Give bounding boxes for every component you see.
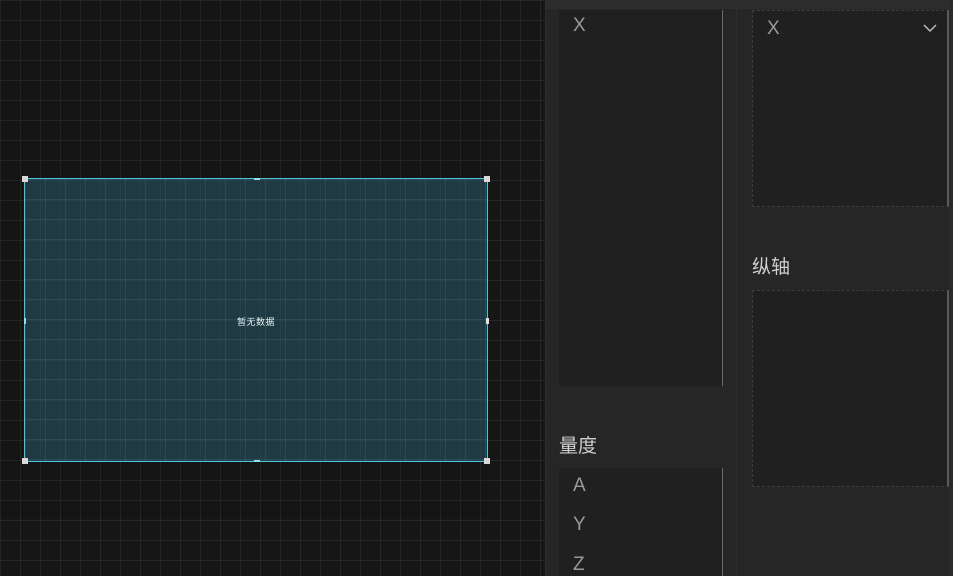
resize-handle-bottom[interactable] — [254, 460, 260, 462]
resize-handle-bottom-right[interactable] — [484, 458, 490, 464]
measure-list[interactable]: A Y Z — [559, 468, 723, 576]
no-data-text: 暂无数据 — [236, 318, 275, 328]
field-panel-header — [546, 0, 736, 9]
panel-scrollbar[interactable] — [949, 0, 953, 576]
measure-section-label: 量度 — [559, 435, 598, 457]
chart-widget[interactable]: 暂无数据 — [22, 176, 490, 464]
dimension-item[interactable]: X — [573, 15, 586, 37]
y-axis-dropzone[interactable] — [752, 290, 949, 487]
resize-handle-top[interactable] — [254, 178, 260, 180]
x-axis-field[interactable]: X — [767, 18, 780, 40]
resize-handle-bottom-left[interactable] — [22, 458, 28, 464]
x-axis-dropzone[interactable]: X — [752, 10, 949, 207]
measure-item[interactable]: A — [573, 475, 586, 497]
design-canvas[interactable]: 暂无数据 — [0, 0, 545, 576]
dimension-list[interactable]: X — [559, 10, 723, 386]
y-axis-label: 纵轴 — [752, 256, 791, 278]
resize-handle-top-right[interactable] — [484, 176, 490, 182]
axis-config-panel: X 纵轴 — [737, 0, 953, 576]
app-root: 暂无数据 X 量度 A Y Z X 纵轴 — [0, 0, 953, 576]
resize-handle-top-left[interactable] — [22, 176, 28, 182]
measure-item[interactable]: Y — [573, 514, 586, 536]
field-panel: X 量度 A Y Z — [545, 0, 737, 576]
measure-item[interactable]: Z — [573, 554, 585, 576]
chevron-down-icon[interactable] — [923, 23, 937, 33]
axis-panel-header — [737, 0, 953, 9]
